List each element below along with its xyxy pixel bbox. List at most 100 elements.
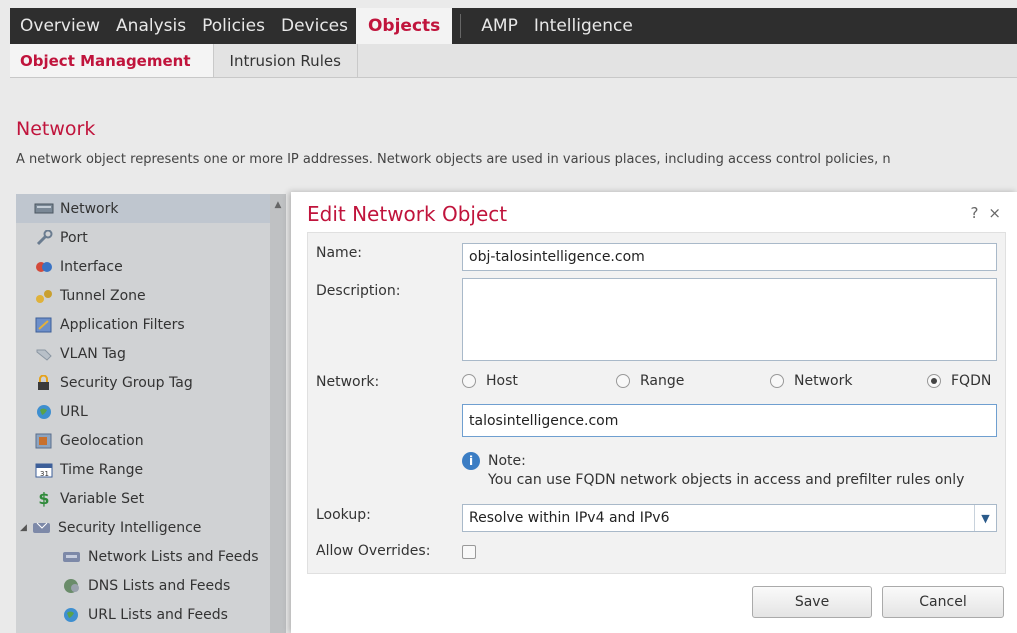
object-type-sidebar: Network Port Interface Tunnel Zone Appli… [16,194,286,633]
lookup-label: Lookup: [316,507,371,523]
sidebar-item-variable-set[interactable]: $ Variable Set [16,484,270,513]
tab-object-management[interactable]: Object Management [10,44,214,77]
sidebar-item-label: Application Filters [60,316,185,333]
scroll-up-icon[interactable]: ▲ [270,194,286,210]
sidebar-item-label: Network [60,200,119,217]
fqdn-value-field[interactable] [462,404,997,437]
sidebar-item-security-group-tag[interactable]: Security Group Tag [16,368,270,397]
radio-host-label: Host [486,373,518,389]
dollar-icon: $ [38,489,50,508]
allow-overrides-checkbox[interactable] [462,545,476,559]
sidebar-item-label: Security Group Tag [60,374,193,391]
description-field[interactable] [462,278,997,361]
filter-icon [34,317,54,333]
sidebar-item-dns-lists[interactable]: DNS Lists and Feeds [16,571,270,600]
help-icon[interactable]: ? [970,204,978,222]
sidebar-item-label: Geolocation [60,432,144,449]
sidebar-item-label: Time Range [60,461,144,478]
radio-button-icon [770,374,784,388]
chevron-down-icon[interactable]: ▼ [974,505,996,531]
sidebar-item-label: URL [60,403,88,420]
top-navigation: Overview Analysis Policies Devices Objec… [10,8,1017,44]
sidebar-item-label: VLAN Tag [60,345,126,362]
dialog-title: Edit Network Object [307,202,508,226]
globe-icon [34,404,54,420]
close-icon[interactable]: × [988,204,1001,222]
name-field[interactable] [462,243,997,271]
save-button[interactable]: Save [752,586,872,618]
nav-amp[interactable]: AMP [473,8,526,44]
collapse-triangle-icon[interactable]: ◢ [20,523,32,533]
tab-intrusion-rules[interactable]: Intrusion Rules [214,44,358,77]
sidebar-item-label: Network Lists and Feeds [88,548,259,565]
sidebar-item-label: Tunnel Zone [60,287,146,304]
lookup-selected-value: Resolve within IPv4 and IPv6 [469,510,670,526]
radio-range-label: Range [640,373,685,389]
network-icon [34,201,54,217]
sidebar-item-label: Port [60,229,88,246]
calendar-icon: 31 [34,462,54,478]
radio-button-icon [616,374,630,388]
network-label: Network: [316,374,380,390]
lookup-select[interactable]: Resolve within IPv4 and IPv6 ▼ [462,504,997,532]
form-panel: Name: Description: Network: Host Range N… [307,232,1006,574]
cancel-button[interactable]: Cancel [882,586,1004,618]
nav-intelligence[interactable]: Intelligence [526,8,641,44]
radio-button-icon [462,374,476,388]
name-label: Name: [316,245,363,261]
nav-policies[interactable]: Policies [194,8,273,44]
tunnel-icon [34,288,54,304]
nav-divider [460,14,462,38]
sidebar-item-label: Interface [60,258,123,275]
nav-objects[interactable]: Objects [355,8,453,44]
shield-icon [32,520,52,536]
tag-icon [34,346,54,362]
sidebar-item-port[interactable]: Port [16,223,270,252]
page-description: A network object represents one or more … [16,152,891,167]
sidebar-item-label: URL Lists and Feeds [88,606,228,623]
interface-icon [34,259,54,275]
nav-devices[interactable]: Devices [273,8,356,44]
note-text: You can use FQDN network objects in acce… [488,472,965,488]
lock-icon [34,374,54,391]
sidebar-item-application-filters[interactable]: Application Filters [16,310,270,339]
note-title: Note: [488,453,526,469]
sidebar-item-interface[interactable]: Interface [16,252,270,281]
svg-text:31: 31 [40,470,49,478]
sidebar-item-security-intelligence[interactable]: ◢ Security Intelligence [16,513,270,542]
sidebar-item-label: Security Intelligence [58,519,202,536]
sidebar-item-label: Variable Set [60,490,145,507]
sidebar-item-url[interactable]: URL [16,397,270,426]
dns-icon [62,578,82,594]
sidebar-item-time-range[interactable]: 31 Time Range [16,455,270,484]
page-title: Network [16,118,96,140]
nav-analysis[interactable]: Analysis [108,8,194,44]
sidebar-item-label: DNS Lists and Feeds [88,577,231,594]
sidebar-item-network-lists[interactable]: Network Lists and Feeds [16,542,270,571]
allow-overrides-label: Allow Overrides: [316,543,431,559]
url-list-icon [62,607,82,623]
radio-network[interactable]: Network [770,373,852,389]
sidebar-item-url-lists[interactable]: URL Lists and Feeds [16,600,270,629]
description-label: Description: [316,283,401,299]
nav-overview[interactable]: Overview [10,8,108,44]
radio-fqdn[interactable]: FQDN [927,373,991,389]
radio-network-label: Network [794,373,853,389]
sidebar-scrollbar[interactable]: ▲ [270,194,286,633]
radio-selected-icon [927,374,941,388]
sidebar-item-tunnel-zone[interactable]: Tunnel Zone [16,281,270,310]
radio-host[interactable]: Host [462,373,518,389]
wrench-icon [34,229,54,246]
sub-navigation: Object Management Intrusion Rules [10,44,1017,78]
radio-range[interactable]: Range [616,373,684,389]
list-icon [62,549,82,565]
sidebar-item-network[interactable]: Network [16,194,270,223]
edit-network-object-dialog: Edit Network Object ? × Name: Descriptio… [291,192,1017,633]
radio-fqdn-label: FQDN [951,373,992,389]
info-icon: i [462,452,480,470]
sidebar-item-geolocation[interactable]: Geolocation [16,426,270,455]
dialog-controls: ? × [970,204,1001,222]
map-icon [34,433,54,449]
fqdn-note: Note: You can use FQDN network objects i… [488,452,964,490]
sidebar-item-vlan-tag[interactable]: VLAN Tag [16,339,270,368]
